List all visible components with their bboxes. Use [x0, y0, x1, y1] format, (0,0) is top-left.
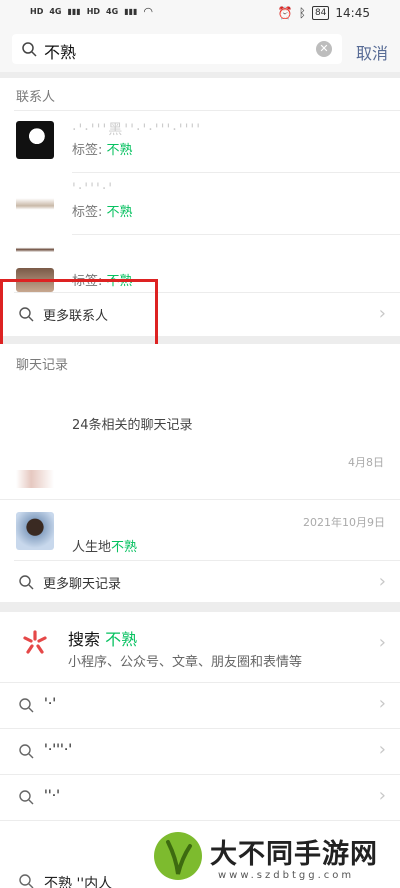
chats-section-title: 聊天记录 [16, 358, 69, 373]
leaf-logo-icon [154, 832, 202, 880]
chats-section: 聊天记录 24条相关的聊天记录 4月8日 2021年10月9日 人生地不熟 更多… [0, 344, 400, 602]
search-logo-icon [23, 630, 47, 654]
clear-icon[interactable]: ✕ [316, 41, 332, 57]
battery-icon: 84 [311, 6, 330, 20]
avatar [16, 121, 54, 159]
chevron-right-icon: › [378, 632, 386, 653]
hd-badge-2: HD [86, 7, 101, 16]
tag-highlight: 不熟 [106, 205, 133, 220]
watermark-text: 大不同手游网 [210, 839, 378, 870]
watermark-url: www.szdbtgg.com [218, 870, 355, 881]
search-web-prefix: 搜索 [68, 630, 106, 649]
search-web-subtitle: 小程序、公众号、文章、朋友圈和表情等 [68, 655, 303, 670]
chat-row[interactable]: 2021年10月9日 人生地不熟 [0, 500, 400, 560]
search-icon [19, 744, 34, 759]
search-query: 不熟 [44, 43, 77, 62]
suggestion-row[interactable]: '·' › [0, 682, 400, 728]
cancel-button[interactable]: 取消 [356, 40, 388, 64]
status-right: ⏰ ᛒ 84 14:45 [278, 6, 370, 20]
hd-badge: HD [30, 7, 44, 16]
signal-4g-2: 4G [106, 7, 119, 16]
avatar [16, 470, 54, 488]
contact-tag: 标签: 不熟 [72, 201, 133, 220]
chevron-right-icon: › [378, 693, 386, 714]
chat-summary-row[interactable]: 24条相关的聊天记录 4月8日 [0, 388, 400, 498]
contact-row[interactable]: ·'·'''黑''·'·'''·'''' 标签: 不熟 [0, 112, 400, 172]
contact-name: ·'·'''黑''·'·'''·'''' [72, 122, 203, 138]
search-header: 不熟 ✕ 取消 [0, 28, 400, 72]
site-watermark: 大不同手游网 www.szdbtgg.com [150, 828, 400, 888]
search-icon [19, 874, 34, 888]
chat-preview: 人生地不熟 [72, 536, 137, 555]
search-icon [19, 575, 34, 590]
suggestion-text: '·'''·' [44, 742, 73, 758]
search-input[interactable]: 不熟 ✕ [12, 34, 342, 64]
suggestion-text: 不熟 ''内人 [44, 876, 113, 888]
signal-4g: 4G [49, 7, 62, 16]
search-web-title: 搜索 不熟 [68, 626, 137, 650]
search-icon [19, 698, 34, 713]
tag-highlight: 不熟 [106, 143, 133, 158]
chat-summary-text: 24条相关的聊天记录 [72, 418, 193, 433]
chat-preview-text: 人生地 [72, 540, 112, 555]
search-web-row[interactable]: › [0, 612, 400, 682]
chat-date: 4月8日 [348, 456, 384, 469]
avatar [16, 183, 54, 221]
status-bar: HD 4G ▮▮▮ HD 4G ▮▮▮ ◠ ⏰ ᛒ 84 14:45 [0, 0, 400, 28]
wifi-icon: ◠ [143, 5, 154, 18]
suggestion-text: ''·' [44, 788, 60, 804]
highlight-annotation-box [0, 279, 158, 347]
signal-icon: ▮▮▮ [67, 7, 81, 16]
search-icon [19, 790, 34, 805]
chevron-right-icon: › [378, 739, 386, 760]
bluetooth-icon: ᛒ [298, 6, 306, 20]
chevron-right-icon: › [378, 785, 386, 806]
tag-prefix: 标签: [72, 143, 107, 158]
divider [72, 234, 400, 235]
suggestion-text: '·' [44, 696, 57, 712]
suggestion-row[interactable]: ''·' › [0, 774, 400, 820]
suggestion-row[interactable]: '·'''·' › [0, 728, 400, 774]
search-icon [22, 42, 37, 57]
more-chats-row[interactable]: 更多聊天记录 › [0, 561, 400, 603]
more-chats-label: 更多聊天记录 [43, 577, 122, 592]
chevron-right-icon: › [378, 303, 386, 324]
avatar [16, 512, 54, 550]
alarm-icon: ⏰ [277, 6, 293, 20]
contacts-section-title: 联系人 [16, 90, 56, 105]
search-web-highlight: 不熟 [105, 630, 138, 649]
divider [72, 172, 400, 173]
network-indicators: HD 4G ▮▮▮ HD 4G ▮▮▮ ◠ [30, 5, 153, 18]
signal-icon-2: ▮▮▮ [124, 7, 138, 16]
chat-date: 2021年10月9日 [303, 516, 385, 529]
contact-tag: 标签: 不熟 [72, 139, 133, 158]
chevron-right-icon: › [378, 571, 386, 592]
contact-name: '·'''·' [72, 181, 115, 197]
divider [14, 110, 400, 111]
chat-preview-highlight: 不熟 [111, 540, 138, 555]
contact-row[interactable]: '·'''·' 标签: 不熟 [0, 174, 400, 234]
clock: 14:45 [335, 6, 370, 20]
tag-prefix: 标签: [72, 205, 107, 220]
